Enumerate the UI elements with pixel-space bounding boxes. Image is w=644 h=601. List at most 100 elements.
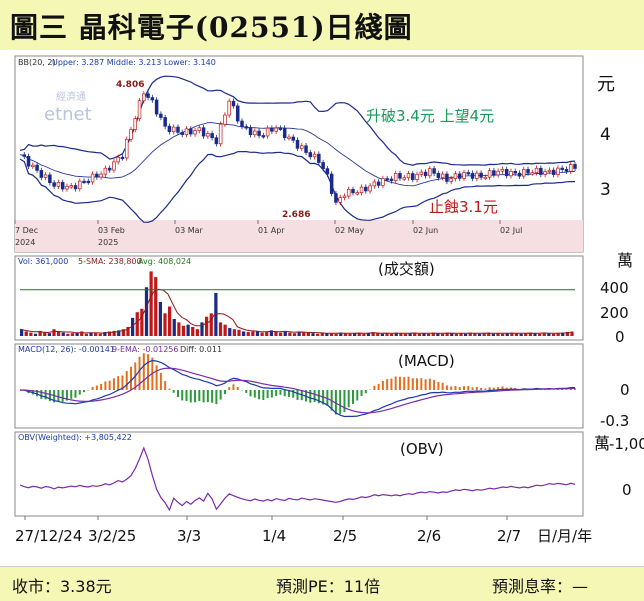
candle-body	[432, 168, 436, 174]
volume-bar	[260, 332, 264, 336]
vol-avg-label: Avg: 408,024	[138, 257, 191, 266]
obv-tick-1000: -1,000	[609, 435, 644, 453]
macd-diff-label: Diff: 0.011	[180, 345, 222, 354]
macd-ema-label: 9-EMA: -0.01256	[112, 345, 178, 354]
bb-label: BB(20, 2)	[18, 58, 56, 67]
volume-unit: 萬	[617, 251, 633, 270]
candle-body	[90, 173, 95, 183]
volume-bar	[306, 332, 310, 336]
volume-bar	[135, 312, 139, 336]
date-tick-label: 03 Mar	[175, 226, 204, 235]
volume-bar	[24, 331, 28, 336]
candle-body	[530, 172, 535, 175]
x-axis-label: 27/12/24	[15, 527, 82, 545]
volume-bar	[288, 332, 292, 336]
obv-unit: 萬	[594, 434, 610, 453]
vol-tick-200: 200	[600, 304, 629, 322]
footer-bar: 收市：3.38元 預測PE：11倍 預測息率：—	[0, 566, 644, 601]
volume-bar	[228, 328, 232, 336]
volume-bar	[80, 331, 84, 336]
candle-body	[73, 185, 78, 190]
candle-body	[483, 176, 488, 180]
vol-label: Vol: 361,000	[18, 257, 68, 266]
candle-body	[462, 172, 466, 179]
volume-bar	[501, 333, 505, 336]
candle-body	[206, 133, 210, 137]
volume-bar	[477, 333, 482, 336]
candle-body	[43, 174, 48, 178]
candle-body	[351, 189, 355, 194]
candle-body	[261, 135, 266, 138]
volume-bar	[403, 333, 408, 336]
candle-body	[270, 127, 274, 132]
candle-body	[466, 172, 471, 175]
candle-body	[398, 173, 402, 179]
volume-bar	[70, 333, 75, 336]
candle-body	[176, 126, 180, 133]
x-axis-labels: 27/12/24 3/2/25 3/3 1/4 2/5 2/6 2/7 日/月/年	[15, 516, 592, 545]
volume-bar	[334, 333, 338, 336]
date-tick-label: 01 Apr	[258, 226, 285, 235]
date-tick-label: 03 Feb	[98, 226, 125, 235]
candle-body	[312, 153, 317, 158]
candle-body	[214, 137, 219, 145]
macd-panel-label: (MACD)	[398, 352, 455, 370]
candle-body	[257, 130, 261, 136]
candle-body	[22, 154, 27, 157]
date-tick-label: 02 Jul	[500, 226, 522, 235]
macd-tick-neg: -0.3	[600, 412, 629, 430]
candle-body	[193, 130, 197, 135]
x-axis-label: 3/3	[177, 527, 201, 545]
watermark-en: etnet	[44, 104, 92, 125]
volume-bar	[242, 331, 246, 336]
candle-body	[163, 117, 167, 127]
volume-bar	[205, 316, 209, 336]
volume-bar	[33, 333, 38, 336]
candle-body	[372, 181, 377, 187]
candle-body	[274, 127, 278, 132]
volume-bar	[246, 332, 250, 336]
volume-bar	[177, 322, 181, 336]
close-price: 收市：3.38元	[12, 577, 112, 596]
volume-panel-label: (成交額)	[378, 260, 435, 278]
volume-bar	[140, 308, 144, 336]
volume-bar	[218, 322, 223, 336]
volume-bar	[209, 313, 213, 336]
vol-tick-0: 0	[615, 328, 625, 346]
volume-bar	[440, 333, 445, 336]
candle-body	[381, 178, 385, 186]
volume-bar	[570, 331, 574, 336]
low-label: 2.686	[282, 210, 310, 220]
candle-body	[539, 167, 543, 175]
volume-bar	[84, 333, 88, 336]
candle-body	[300, 145, 304, 149]
candle-body	[364, 186, 368, 192]
obv-panel	[14, 431, 584, 517]
volume-panel	[14, 255, 584, 341]
candle-body	[419, 171, 424, 175]
candle-body	[99, 173, 103, 178]
price-unit: 元	[597, 74, 615, 95]
candle-body	[287, 136, 291, 139]
candle-body	[167, 125, 172, 133]
forecast-yield: 預測息率：—	[492, 577, 589, 596]
candle-body	[334, 193, 338, 203]
candle-body	[201, 127, 206, 137]
volume-bar	[186, 324, 190, 336]
volume-bar	[491, 333, 495, 336]
date-axis-band	[15, 220, 583, 252]
candle-body	[103, 167, 108, 175]
candle-body	[560, 167, 564, 170]
volume-bar	[223, 324, 227, 336]
candle-body	[39, 170, 44, 178]
candle-body	[479, 172, 483, 178]
volume-bar	[172, 319, 176, 336]
candle-body	[449, 178, 453, 182]
candle-body	[402, 177, 406, 180]
volume-bar	[417, 333, 421, 336]
candle-body	[26, 156, 31, 167]
candle-body	[509, 170, 513, 177]
candle-body	[492, 170, 496, 176]
candle-body	[385, 178, 389, 181]
volume-bar	[163, 313, 167, 336]
